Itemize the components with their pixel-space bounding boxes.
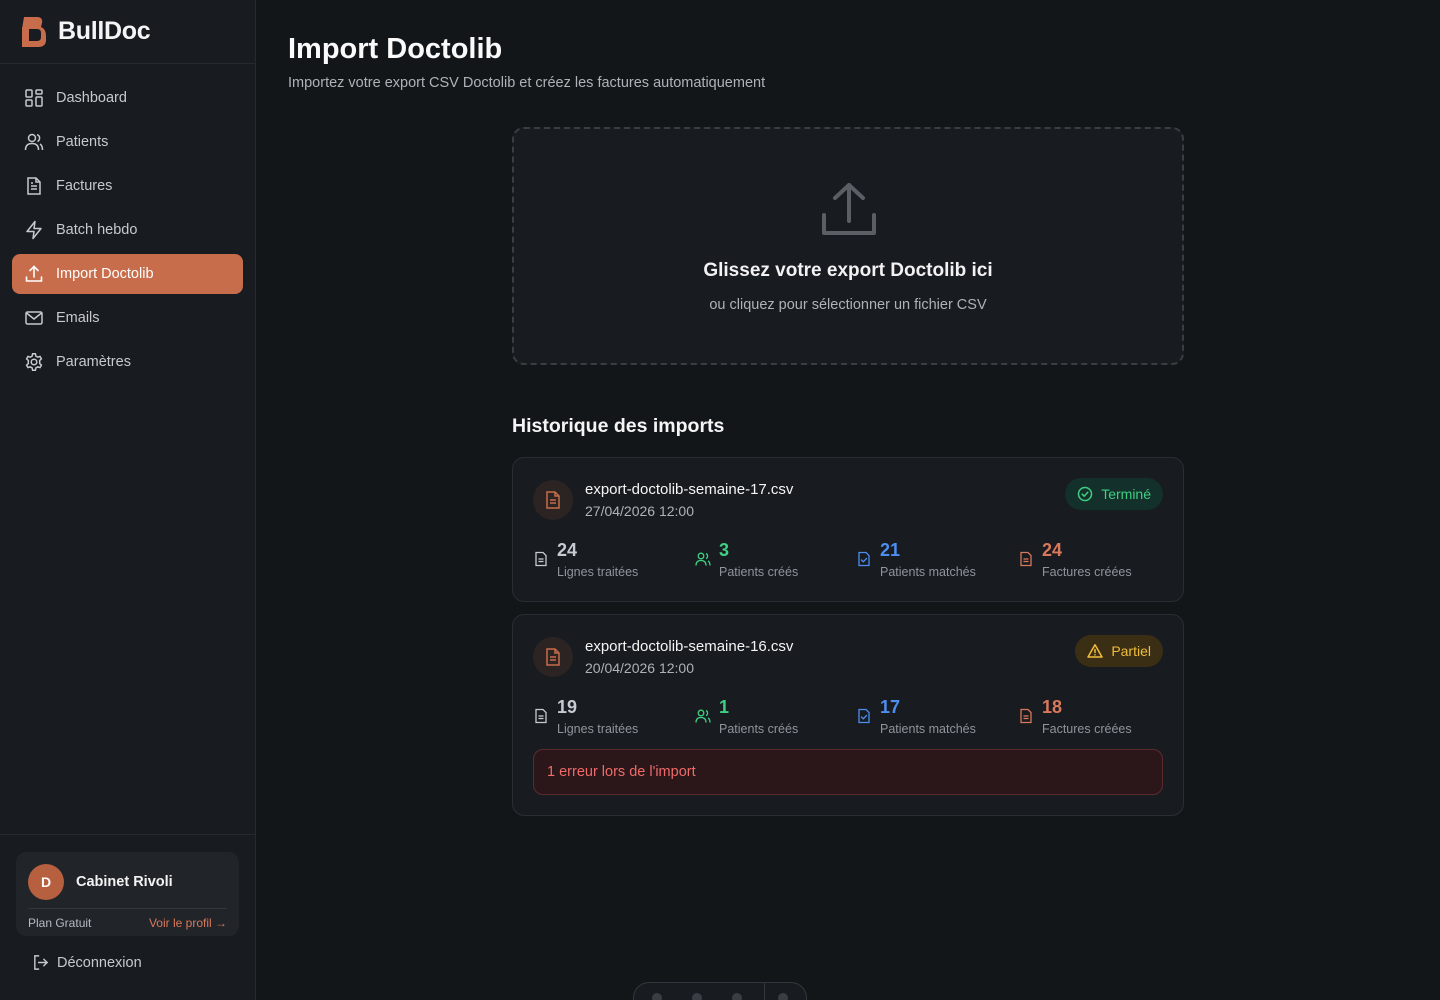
gear-icon xyxy=(25,353,43,371)
stat-value: 17 xyxy=(880,697,901,717)
stat-label: Patients créés xyxy=(719,722,799,736)
plan-label: Plan Gratuit xyxy=(28,916,92,930)
invoice-icon xyxy=(1020,551,1032,567)
file-check-icon xyxy=(858,708,870,724)
warning-icon xyxy=(1087,644,1104,658)
sidebar-item-label: Paramètres xyxy=(56,354,131,370)
stat-value: 21 xyxy=(880,540,901,560)
stat-value: 24 xyxy=(1042,540,1063,560)
import-card[interactable]: export-doctolib-semaine-16.csv 20/04/202… xyxy=(512,614,1184,816)
sidebar-item-patients[interactable]: Patients xyxy=(12,122,243,162)
dashboard-icon xyxy=(25,89,43,107)
stat-label: Factures créées xyxy=(1042,565,1132,579)
profile-name: Cabinet Rivoli xyxy=(76,874,173,890)
import-stats: 19 Lignes traitées 1 Patients créés 17 P… xyxy=(533,697,1165,739)
mail-icon xyxy=(25,311,43,325)
document-icon xyxy=(535,708,547,724)
toolbar-tool-icon[interactable] xyxy=(732,993,742,1000)
gear-icon[interactable] xyxy=(778,993,788,1000)
logout-label: Déconnexion xyxy=(57,954,142,971)
stat-invoices-created: 18 Factures créées xyxy=(1018,697,1178,739)
file-date: 27/04/2026 12:00 xyxy=(585,503,694,519)
stat-value: 1 xyxy=(719,697,730,717)
stat-lines: 24 Lignes traitées xyxy=(533,540,693,582)
page-subtitle: Importez votre export CSV Doctolib et cr… xyxy=(288,75,766,91)
stat-label: Factures créées xyxy=(1042,722,1132,736)
stat-value: 18 xyxy=(1042,697,1063,717)
dropzone-title: Glissez votre export Doctolib ici xyxy=(703,260,993,281)
sidebar-item-batch-hebdo[interactable]: Batch hebdo xyxy=(12,210,243,250)
floating-toolbar[interactable] xyxy=(633,982,807,1000)
file-name: export-doctolib-semaine-16.csv xyxy=(585,638,794,655)
toolbar-tool-icon[interactable] xyxy=(692,993,702,1000)
invoice-icon xyxy=(1020,708,1032,724)
stat-value: 19 xyxy=(557,697,578,717)
sidebar-item-parametres[interactable]: Paramètres xyxy=(12,342,243,382)
sidebar-nav: Dashboard Patients Factures Batch hebdo xyxy=(0,64,255,400)
import-error-message: 1 erreur lors de l'import xyxy=(533,749,1163,795)
upload-icon xyxy=(822,183,876,235)
sidebar-item-dashboard[interactable]: Dashboard xyxy=(12,78,243,118)
brand-name: BullDoc xyxy=(58,17,151,45)
file-date: 20/04/2026 12:00 xyxy=(585,660,694,676)
upload-icon xyxy=(25,265,43,282)
view-profile-link[interactable]: Voir le profil → xyxy=(149,916,227,930)
avatar: D xyxy=(28,864,64,900)
stat-patients-matched: 17 Patients matchés xyxy=(856,697,1016,739)
logout-icon xyxy=(34,955,49,970)
sidebar: BullDoc Dashboard Patients Factures Batc… xyxy=(0,0,256,1000)
sidebar-item-label: Dashboard xyxy=(56,90,127,106)
file-icon xyxy=(546,491,560,509)
status-badge: Terminé xyxy=(1065,478,1163,510)
history-title: Historique des imports xyxy=(512,415,725,437)
file-name: export-doctolib-semaine-17.csv xyxy=(585,481,794,498)
stat-lines: 19 Lignes traitées xyxy=(533,697,693,739)
stat-patients-matched: 21 Patients matchés xyxy=(856,540,1016,582)
stat-label: Lignes traitées xyxy=(557,565,639,579)
profile-card: D Cabinet Rivoli Plan Gratuit Voir le pr… xyxy=(16,852,239,936)
status-label: Terminé xyxy=(1101,486,1151,502)
page-title: Import Doctolib xyxy=(288,33,503,65)
stat-label: Patients matchés xyxy=(880,722,976,736)
sidebar-item-label: Patients xyxy=(56,134,109,150)
sidebar-item-label: Import Doctolib xyxy=(56,266,154,282)
document-icon xyxy=(535,551,547,567)
status-badge: Partiel xyxy=(1075,635,1163,667)
sidebar-item-emails[interactable]: Emails xyxy=(12,298,243,338)
brand[interactable]: BullDoc xyxy=(0,0,255,64)
stat-patients-created: 3 Patients créés xyxy=(695,540,855,582)
sidebar-item-import-doctolib[interactable]: Import Doctolib xyxy=(12,254,243,294)
file-check-icon xyxy=(858,551,870,567)
file-badge xyxy=(533,637,573,677)
document-icon xyxy=(27,177,41,195)
stat-value: 3 xyxy=(719,540,730,560)
import-card[interactable]: export-doctolib-semaine-17.csv 27/04/202… xyxy=(512,457,1184,602)
sidebar-item-label: Batch hebdo xyxy=(56,222,138,238)
toolbar-divider xyxy=(764,983,765,1000)
users-icon xyxy=(695,552,711,566)
status-label: Partiel xyxy=(1111,643,1151,659)
sidebar-item-label: Factures xyxy=(56,178,113,194)
dropzone-subtitle: ou cliquez pour sélectionner un fichier … xyxy=(709,297,987,313)
toolbar-tool-icon[interactable] xyxy=(652,993,662,1000)
lightning-icon xyxy=(26,220,42,240)
import-stats: 24 Lignes traitées 3 Patients créés 21 P… xyxy=(533,540,1165,582)
csv-dropzone[interactable]: Glissez votre export Doctolib ici ou cli… xyxy=(512,127,1184,365)
bulldoc-logo-icon xyxy=(22,16,46,47)
file-icon xyxy=(546,648,560,666)
stat-invoices-created: 24 Factures créées xyxy=(1018,540,1178,582)
sidebar-item-label: Emails xyxy=(56,310,100,326)
users-icon xyxy=(695,709,711,723)
sidebar-item-factures[interactable]: Factures xyxy=(12,166,243,206)
users-icon xyxy=(24,133,44,151)
sidebar-divider xyxy=(0,834,256,835)
stat-patients-created: 1 Patients créés xyxy=(695,697,855,739)
stat-label: Lignes traitées xyxy=(557,722,639,736)
logout-button[interactable]: Déconnexion xyxy=(32,954,142,971)
stat-value: 24 xyxy=(557,540,578,560)
stat-label: Patients créés xyxy=(719,565,799,579)
file-badge xyxy=(533,480,573,520)
check-circle-icon xyxy=(1077,486,1093,502)
stat-label: Patients matchés xyxy=(880,565,976,579)
